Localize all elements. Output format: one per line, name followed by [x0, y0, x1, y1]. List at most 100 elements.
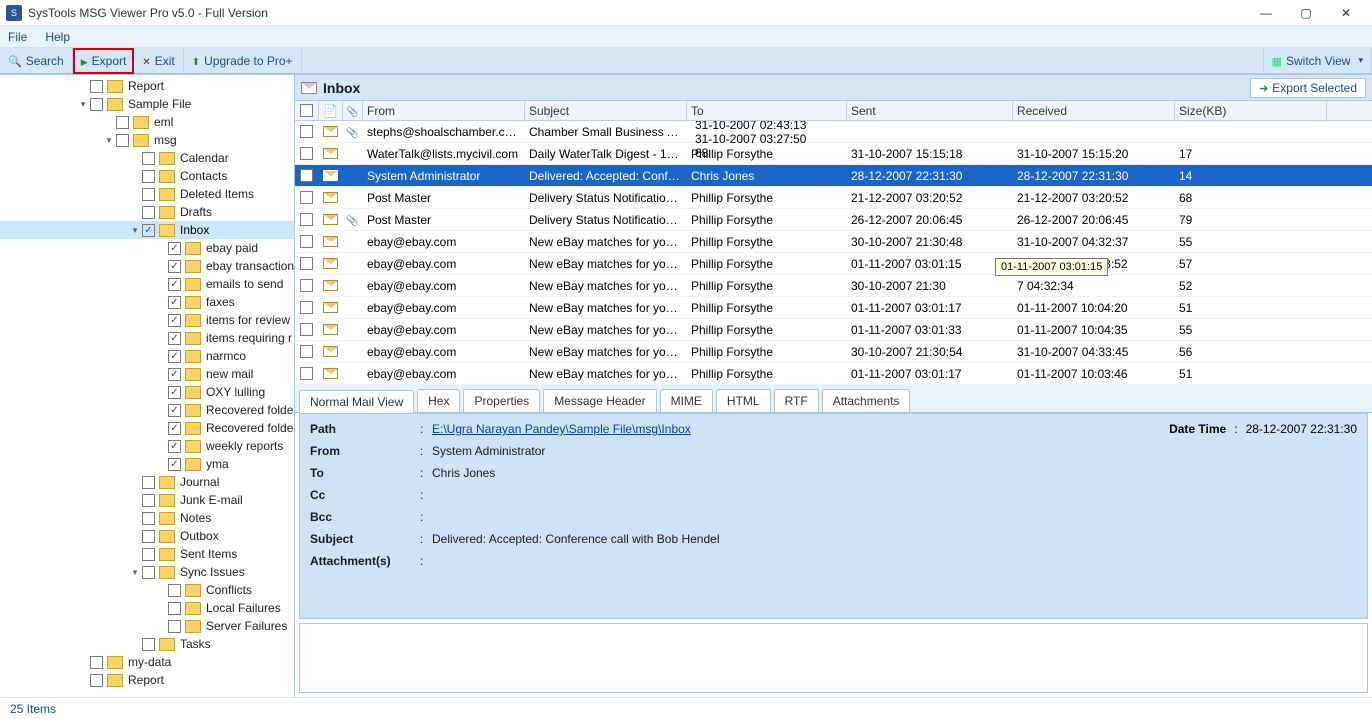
row-checkbox[interactable] — [300, 125, 313, 138]
tree-item[interactable]: ✓yma — [0, 455, 295, 473]
tab-mime[interactable]: MIME — [660, 389, 713, 412]
row-checkbox[interactable] — [300, 257, 313, 270]
search-button[interactable]: Search — [0, 48, 73, 74]
row-checkbox[interactable] — [300, 191, 313, 204]
tree-checkbox[interactable] — [142, 566, 155, 579]
col-to[interactable]: To — [687, 101, 847, 120]
tree-checkbox[interactable] — [142, 170, 155, 183]
export-button[interactable]: Export — [73, 48, 135, 74]
row-checkbox[interactable] — [300, 213, 313, 226]
tree-checkbox[interactable] — [142, 512, 155, 525]
tree-checkbox[interactable] — [168, 584, 181, 597]
tree-item[interactable]: Report — [0, 77, 295, 95]
row-checkbox[interactable] — [300, 169, 313, 182]
minimize-button[interactable]: — — [1246, 2, 1286, 24]
tab-normal-mail-view[interactable]: Normal Mail View — [299, 390, 414, 413]
close-button[interactable]: ✕ — [1326, 2, 1366, 24]
row-checkbox[interactable] — [300, 367, 313, 380]
mail-row[interactable]: ebay@ebay.comNew eBay matches for your f… — [295, 341, 1372, 363]
tree-item[interactable]: ✓OXY lulling — [0, 383, 295, 401]
mail-row[interactable]: System AdministratorDelivered: Accepted:… — [295, 165, 1372, 187]
mail-row[interactable]: ebay@ebay.comNew eBay matches for your f… — [295, 253, 1372, 275]
twisty-icon[interactable]: ▾ — [102, 135, 116, 146]
tree-item[interactable]: ✓emails to send — [0, 275, 295, 293]
upgrade-button[interactable]: Upgrade to Pro+ — [184, 48, 302, 74]
tree-item[interactable]: ✓Recovered folde — [0, 419, 295, 437]
tree-item[interactable]: Server Failures — [0, 617, 295, 635]
exit-button[interactable]: Exit — [134, 48, 183, 74]
tree-item[interactable]: ▾Sample File — [0, 95, 295, 113]
select-all-checkbox[interactable] — [300, 104, 313, 117]
col-received[interactable]: Received — [1013, 101, 1175, 120]
tree-item[interactable]: Junk E-mail — [0, 491, 295, 509]
tree-item[interactable]: Notes — [0, 509, 295, 527]
tree-checkbox[interactable]: ✓ — [168, 350, 181, 363]
col-sent[interactable]: Sent — [847, 101, 1013, 120]
tree-checkbox[interactable]: ✓ — [168, 440, 181, 453]
tree-checkbox[interactable]: ✓ — [168, 260, 181, 273]
mail-row[interactable]: ebay@ebay.comNew eBay matches for your f… — [295, 297, 1372, 319]
tree-item[interactable]: eml — [0, 113, 295, 131]
tree-item[interactable]: ✓new mail — [0, 365, 295, 383]
menu-file[interactable]: File — [8, 30, 27, 44]
tree-item[interactable]: ✓narmco — [0, 347, 295, 365]
tree-checkbox[interactable] — [142, 206, 155, 219]
tree-item[interactable]: Sent Items — [0, 545, 295, 563]
tree-item[interactable]: Drafts — [0, 203, 295, 221]
tree-checkbox[interactable] — [90, 656, 103, 669]
tree-checkbox[interactable] — [90, 674, 103, 687]
tree-item[interactable]: ▾msg — [0, 131, 295, 149]
row-checkbox[interactable] — [300, 301, 313, 314]
twisty-icon[interactable]: ▾ — [128, 225, 142, 236]
tree-item[interactable]: ✓Recovered folde — [0, 401, 295, 419]
tab-message-header[interactable]: Message Header — [543, 389, 656, 412]
col-from[interactable]: From — [363, 101, 525, 120]
tree-item[interactable]: Tasks — [0, 635, 295, 653]
row-checkbox[interactable] — [300, 279, 313, 292]
tree-item[interactable]: Outbox — [0, 527, 295, 545]
switch-view-button[interactable]: Switch View — [1263, 48, 1372, 74]
tree-item[interactable]: Deleted Items — [0, 185, 295, 203]
col-subject[interactable]: Subject — [525, 101, 687, 120]
tree-checkbox[interactable]: ✓ — [168, 314, 181, 327]
tree-checkbox[interactable] — [168, 620, 181, 633]
tree-item[interactable]: ▾✓Inbox — [0, 221, 295, 239]
tree-checkbox[interactable]: ✓ — [168, 242, 181, 255]
tree-checkbox[interactable]: ✓ — [142, 224, 155, 237]
tree-checkbox[interactable]: ✓ — [168, 404, 181, 417]
tree-checkbox[interactable] — [142, 638, 155, 651]
twisty-icon[interactable]: ▾ — [128, 567, 142, 578]
tab-html[interactable]: HTML — [716, 389, 771, 412]
mail-row[interactable]: Post MasterDelivery Status Notification … — [295, 187, 1372, 209]
tree-item[interactable]: Report — [0, 671, 295, 689]
tree-item[interactable]: Conflicts — [0, 581, 295, 599]
tree-item[interactable]: ✓ebay transaction — [0, 257, 295, 275]
col-attachment[interactable] — [343, 101, 363, 120]
col-size[interactable]: Size(KB) — [1175, 101, 1327, 120]
detail-path-value[interactable]: E:\Ugra Narayan Pandey\Sample File\msg\I… — [432, 422, 691, 436]
row-checkbox[interactable] — [300, 235, 313, 248]
tree-checkbox[interactable] — [116, 116, 129, 129]
tree-checkbox[interactable]: ✓ — [168, 296, 181, 309]
tree-checkbox[interactable] — [90, 98, 103, 111]
maximize-button[interactable]: ▢ — [1286, 2, 1326, 24]
row-checkbox[interactable] — [300, 345, 313, 358]
tree-checkbox[interactable]: ✓ — [168, 386, 181, 399]
tree-item[interactable]: Journal — [0, 473, 295, 491]
mail-row[interactable]: WaterTalk@lists.mycivil.comDaily WaterTa… — [295, 143, 1372, 165]
tree-item[interactable]: Calendar — [0, 149, 295, 167]
col-type-icon[interactable]: 📄 — [319, 101, 343, 120]
tab-attachments[interactable]: Attachments — [822, 389, 911, 412]
menu-help[interactable]: Help — [45, 30, 70, 44]
mail-row[interactable]: ebay@ebay.comNew eBay matches for your f… — [295, 363, 1372, 385]
mail-row[interactable]: ebay@ebay.comNew eBay matches for your f… — [295, 319, 1372, 341]
tree-checkbox[interactable] — [142, 548, 155, 561]
tree-checkbox[interactable]: ✓ — [168, 368, 181, 381]
tree-item[interactable]: ✓faxes — [0, 293, 295, 311]
row-checkbox[interactable] — [300, 147, 313, 160]
twisty-icon[interactable]: ▾ — [76, 99, 90, 110]
tree-checkbox[interactable] — [116, 134, 129, 147]
tree-checkbox[interactable] — [142, 530, 155, 543]
tree-item[interactable]: my-data — [0, 653, 295, 671]
tree-checkbox[interactable] — [168, 602, 181, 615]
